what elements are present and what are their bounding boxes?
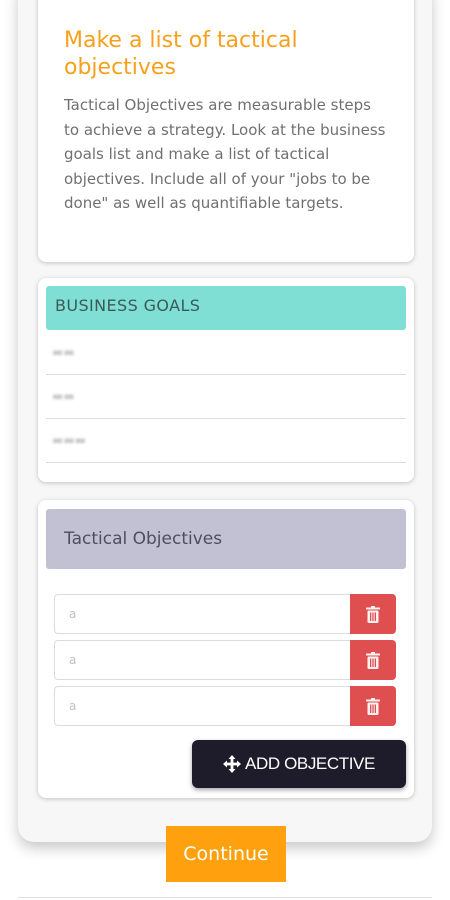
- add-objective-button[interactable]: ADD OBJECTIVE: [192, 740, 406, 788]
- objective-input[interactable]: [54, 594, 350, 634]
- continue-button[interactable]: Continue: [166, 826, 286, 882]
- add-objective-label: ADD OBJECTIVE: [245, 754, 375, 773]
- delete-objective-button[interactable]: [350, 594, 396, 634]
- delete-objective-button[interactable]: [350, 640, 396, 680]
- tactical-objectives-title: Tactical Objectives: [64, 529, 223, 549]
- goal-list-item: ▬▬: [46, 375, 406, 419]
- bottom-divider: [18, 897, 432, 898]
- trash-icon: [366, 651, 380, 669]
- intro-description: Tactical Objectives are measurable steps…: [64, 96, 386, 213]
- delete-objective-button[interactable]: [350, 686, 396, 726]
- goal-item-text: ▬▬: [52, 345, 75, 359]
- objective-row: [54, 640, 396, 680]
- goal-list-item: ▬▬▬: [46, 419, 406, 463]
- objective-row: [54, 594, 396, 634]
- goal-item-text: ▬▬▬: [52, 433, 87, 447]
- trash-icon: [366, 605, 380, 623]
- continue-label: Continue: [183, 843, 269, 865]
- objective-input[interactable]: [54, 640, 350, 680]
- objective-row: [54, 686, 396, 726]
- trash-icon: [366, 697, 380, 715]
- page-title: Make a list of tactical objectives: [64, 28, 298, 80]
- goal-item-text: ▬▬: [52, 389, 75, 403]
- objective-input[interactable]: [54, 686, 350, 726]
- move-arrows-icon: [223, 755, 242, 773]
- goal-list-item: ▬▬: [46, 331, 406, 375]
- business-goals-title: BUSINESS GOALS: [55, 296, 201, 315]
